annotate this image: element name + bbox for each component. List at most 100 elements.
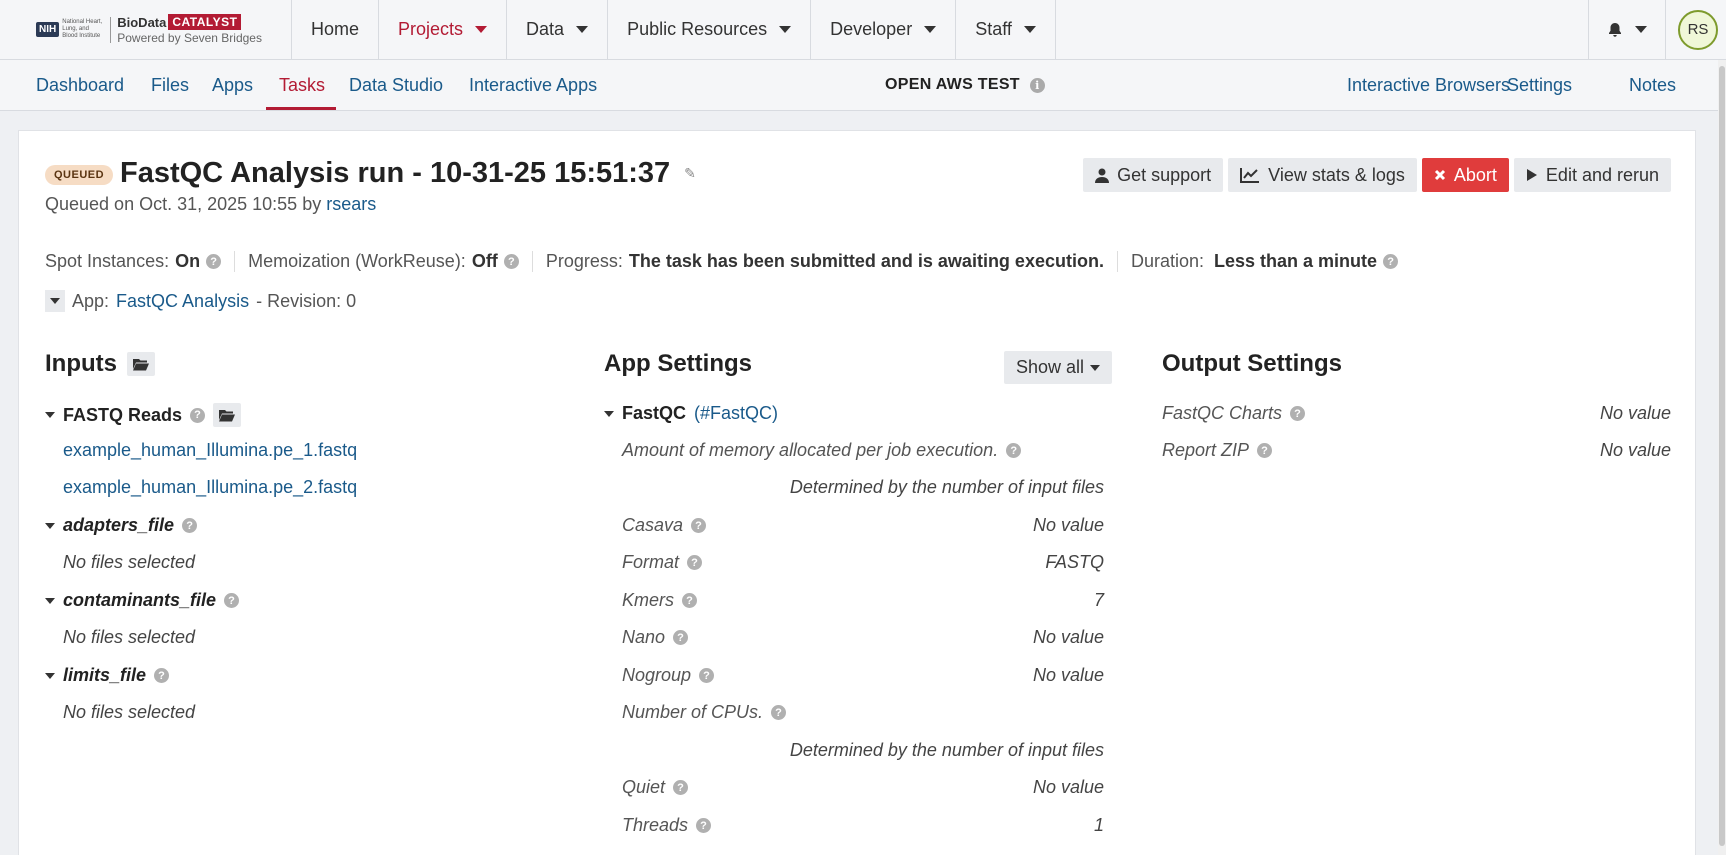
progress-stat: Progress: The task has been submitted and… [546, 251, 1118, 272]
chevron-down-icon [45, 522, 55, 529]
user-icon [1095, 168, 1110, 183]
view-stats-logs-label: View stats & logs [1268, 164, 1405, 185]
help-icon[interactable]: ? [673, 780, 689, 795]
folder-button[interactable] [127, 352, 155, 376]
active-tab-indicator [266, 107, 336, 110]
page-scrollbar[interactable] [1718, 60, 1726, 855]
help-icon[interactable]: ? [154, 668, 170, 683]
catalyst-wordmark: CATALYST [168, 14, 242, 30]
tab-data-studio[interactable]: Data Studio [349, 75, 443, 96]
help-icon[interactable]: ? [687, 555, 703, 570]
nih-logo: NIH [36, 22, 60, 37]
abort-button[interactable]: Abort [1421, 158, 1509, 192]
show-all-label: Show all [1016, 357, 1085, 377]
param-cpus: Number of CPUs.? [622, 702, 787, 723]
nav-data[interactable]: Data [507, 0, 609, 59]
nav-staff[interactable]: Staff [956, 0, 1056, 59]
file-link[interactable]: example_human_Illumina.pe_1.fastq [63, 440, 357, 461]
help-icon[interactable]: ? [503, 254, 519, 269]
nav-developer[interactable]: Developer [811, 0, 957, 59]
adapters-file-group[interactable]: adapters_file ? [45, 515, 198, 536]
help-icon[interactable]: ? [691, 518, 707, 533]
brand-logo[interactable]: NIH National Heart, Lung, and Blood Inst… [0, 0, 292, 59]
bell-icon [1609, 22, 1621, 37]
fastqc-tool-group[interactable]: FastQC (#FastQC) [604, 403, 778, 424]
edit-and-rerun-button[interactable]: Edit and rerun [1513, 158, 1671, 192]
edit-pencil-icon[interactable]: ✎ [684, 165, 696, 182]
contaminants-file-label: contaminants_file [63, 590, 217, 610]
app-label: App: [72, 290, 110, 311]
progress-value: The task has been submitted and is await… [628, 251, 1104, 271]
param-value: Determined by the number of input files [789, 477, 1104, 497]
help-icon[interactable]: ? [190, 407, 206, 423]
output-value: No value [1599, 440, 1671, 460]
tab-interactive-apps[interactable]: Interactive Apps [469, 75, 597, 96]
tab-tasks[interactable]: Tasks [279, 75, 325, 96]
nav-public-resources[interactable]: Public Resources [608, 0, 812, 59]
no-files-text: No files selected [63, 627, 196, 647]
help-icon[interactable]: ? [682, 593, 698, 608]
top-navbar: NIH National Heart, Lung, and Blood Inst… [0, 0, 1726, 60]
tab-apps[interactable]: Apps [212, 75, 253, 96]
chevron-down-icon [45, 672, 55, 679]
nav-projects[interactable]: Projects [379, 0, 508, 59]
help-icon[interactable]: ? [673, 630, 689, 645]
limits-file-group[interactable]: limits_file ? [45, 665, 170, 686]
param-value: No value [1032, 627, 1104, 647]
fastq-reads-group[interactable]: FASTQ Reads ? [45, 403, 242, 427]
help-icon[interactable]: ? [224, 593, 240, 608]
param-value: Determined by the number of input files [789, 740, 1104, 760]
project-subnav: Dashboard Files Apps Tasks Data Studio I… [0, 60, 1718, 111]
help-icon[interactable]: ? [1290, 406, 1306, 421]
help-icon[interactable]: ? [696, 818, 712, 833]
folder-open-icon [219, 409, 236, 421]
contaminants-file-group[interactable]: contaminants_file ? [45, 590, 240, 611]
file-link[interactable]: example_human_Illumina.pe_2.fastq [63, 477, 357, 498]
tab-files[interactable]: Files [151, 75, 189, 96]
tab-dashboard[interactable]: Dashboard [36, 75, 124, 96]
duration-label: Duration: [1130, 251, 1205, 271]
folder-button[interactable] [213, 403, 242, 427]
user-link[interactable]: rsears [326, 194, 376, 214]
chevron-down-icon [604, 410, 614, 417]
output-value: No value [1599, 403, 1671, 423]
help-icon[interactable]: ? [699, 668, 715, 683]
help-icon[interactable]: ? [1006, 443, 1022, 458]
app-revision: - Revision: 0 [256, 290, 357, 311]
app-settings-heading-label: App Settings [604, 350, 752, 377]
edit-and-rerun-label: Edit and rerun [1545, 164, 1659, 185]
tab-notes[interactable]: Notes [1629, 75, 1676, 96]
help-icon[interactable]: ? [206, 254, 222, 269]
help-icon[interactable]: ? [1383, 254, 1399, 269]
spot-instances-stat: Spot Instances: On? [45, 251, 236, 272]
param-label: Casava [622, 515, 684, 535]
show-all-dropdown[interactable]: Show all [1004, 351, 1113, 384]
get-support-button[interactable]: Get support [1083, 158, 1224, 192]
tab-settings[interactable]: Settings [1507, 75, 1572, 96]
tool-id-link[interactable]: (#FastQC) [694, 403, 778, 424]
param-kmers: Kmers? [622, 590, 698, 611]
notifications-menu[interactable] [1588, 0, 1666, 59]
avatar[interactable]: RS [1678, 9, 1718, 50]
powered-by-text: Powered by Seven Bridges [117, 31, 262, 45]
help-icon[interactable]: ? [1257, 443, 1273, 458]
help-icon[interactable]: ? [182, 518, 198, 533]
app-link[interactable]: FastQC Analysis [116, 291, 249, 312]
view-stats-logs-button[interactable]: View stats & logs [1228, 158, 1417, 192]
chevron-down-icon [1635, 26, 1647, 33]
tab-interactive-browsers[interactable]: Interactive Browsers [1347, 75, 1510, 96]
chevron-down-icon [1090, 364, 1101, 371]
help-icon[interactable]: ? [771, 705, 787, 720]
nav-home-label: Home [311, 19, 360, 39]
info-icon[interactable]: i [1029, 77, 1045, 93]
param-label: Nogroup [622, 665, 692, 685]
play-icon [1526, 169, 1537, 181]
scrollbar-thumb[interactable] [1719, 66, 1725, 846]
output-label: Report ZIP [1162, 440, 1250, 460]
inputs-heading: Inputs [45, 350, 155, 378]
expand-toggle[interactable] [45, 290, 65, 312]
nav-home[interactable]: Home [292, 0, 380, 59]
duration-value: Less than a minute [1214, 251, 1378, 271]
duration-stat: Duration: Less than a minute? [1131, 251, 1411, 272]
param-memory: Amount of memory allocated per job execu… [622, 440, 1022, 461]
